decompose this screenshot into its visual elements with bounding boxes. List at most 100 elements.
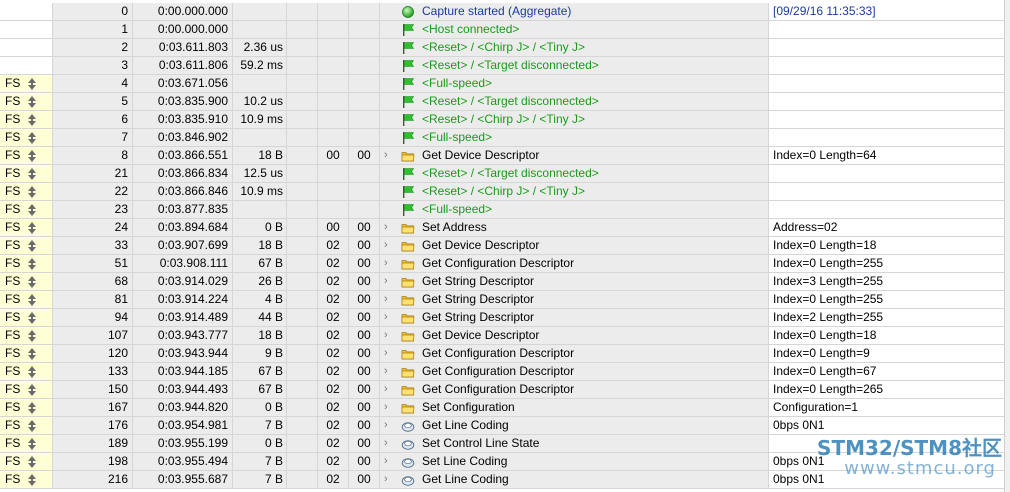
- table-row[interactable]: FS 22 0:03.866.846 10.9 ms <Reset> / <Chirp …: [0, 183, 1004, 201]
- class-request-icon: [401, 476, 415, 486]
- table-row[interactable]: FS 23 0:03.877.835 <Full-speed>: [0, 201, 1004, 219]
- vertical-scrollbar[interactable]: [1004, 0, 1010, 492]
- table-row[interactable]: FS 133 0:03.944.185 67 B 02 00 › Get Configurat…: [0, 363, 1004, 381]
- expand-chevron-icon[interactable]: ›: [384, 309, 388, 326]
- time-cell: 0:03.611.806: [132, 57, 232, 74]
- table-row[interactable]: FS 150 0:03.944.493 67 B 02 00 › Get Configurat…: [0, 381, 1004, 399]
- blank-cell: [286, 129, 317, 146]
- endpoint-cell: [348, 39, 379, 56]
- table-row[interactable]: FS 24 0:03.894.684 0 B 00 00 › Set Address Addre…: [0, 219, 1004, 237]
- expand-chevron-icon[interactable]: ›: [384, 219, 388, 236]
- blank-cell: [286, 237, 317, 254]
- endpoint-cell: 00: [348, 327, 379, 344]
- summary-cell: Index=0 Length=265: [768, 381, 1002, 398]
- speed-label: FS: [5, 310, 21, 324]
- table-row[interactable]: 0 0:00.000.000 Capture started (Aggregate)…: [0, 3, 1004, 21]
- table-row[interactable]: 3 0:03.611.806 59.2 ms <Reset> / <Target di…: [0, 57, 1004, 75]
- time-cell: 0:03.914.224: [132, 291, 232, 308]
- summary-cell: [768, 165, 1002, 182]
- time-cell: 0:03.907.699: [132, 237, 232, 254]
- speed-cell: FS: [0, 309, 52, 326]
- expand-chevron-icon[interactable]: ›: [384, 291, 388, 308]
- expand-chevron-icon[interactable]: ›: [384, 381, 388, 398]
- index-cell: 8: [52, 147, 132, 164]
- green-flag-icon: [403, 24, 415, 36]
- table-row[interactable]: FS 7 0:03.846.902 <Full-speed>: [0, 129, 1004, 147]
- folder-icon: [401, 278, 415, 288]
- device-cell: [317, 57, 348, 74]
- time-cell: 0:03.914.489: [132, 309, 232, 326]
- speed-arrows-icon: [28, 294, 36, 306]
- expand-chevron-icon[interactable]: ›: [384, 453, 388, 470]
- speed-arrows-icon: [28, 438, 36, 450]
- speed-cell: [0, 21, 52, 38]
- table-row[interactable]: FS 33 0:03.907.699 18 B 02 00 › Get Device Desc…: [0, 237, 1004, 255]
- green-flag-icon: [403, 60, 415, 72]
- device-cell: [317, 165, 348, 182]
- endpoint-cell: [348, 129, 379, 146]
- blank-cell: [286, 363, 317, 380]
- record-label: <Full-speed>: [422, 76, 493, 90]
- record-label: Set Line Coding: [422, 454, 508, 468]
- duration-cell: 18 B: [232, 147, 286, 164]
- device-cell: 00: [317, 219, 348, 236]
- watermark: STM32/STM8社区 www.stmcu.org: [770, 430, 1004, 492]
- table-row[interactable]: FS 5 0:03.835.900 10.2 us <Reset> / <Target …: [0, 93, 1004, 111]
- blank-cell: [286, 273, 317, 290]
- blank-cell: [286, 57, 317, 74]
- record-cell: › Get String Descriptor: [379, 309, 768, 326]
- summary-cell: [09/29/16 11:35:33]: [768, 3, 1002, 20]
- blank-cell: [286, 3, 317, 20]
- table-row[interactable]: FS 167 0:03.944.820 0 B 02 00 › Set Configurati…: [0, 399, 1004, 417]
- expand-chevron-icon[interactable]: ›: [384, 327, 388, 344]
- speed-cell: [0, 57, 52, 74]
- table-row[interactable]: FS 6 0:03.835.910 10.9 ms <Reset> / <Chirp J…: [0, 111, 1004, 129]
- expand-chevron-icon[interactable]: ›: [384, 255, 388, 272]
- blank-cell: [286, 345, 317, 362]
- expand-chevron-icon[interactable]: ›: [384, 417, 388, 434]
- table-row[interactable]: FS 21 0:03.866.834 12.5 us <Reset> / <Target…: [0, 165, 1004, 183]
- endpoint-cell: [348, 165, 379, 182]
- table-row[interactable]: FS 81 0:03.914.224 4 B 02 00 › Get String Descr…: [0, 291, 1004, 309]
- table-row[interactable]: FS 120 0:03.943.944 9 B 02 00 › Get Configurati…: [0, 345, 1004, 363]
- blank-cell: [286, 219, 317, 236]
- table-row[interactable]: FS 94 0:03.914.489 44 B 02 00 › Get String Desc…: [0, 309, 1004, 327]
- endpoint-cell: 00: [348, 219, 379, 236]
- expand-chevron-icon[interactable]: ›: [384, 471, 388, 488]
- summary-cell: Index=0 Length=9: [768, 345, 1002, 362]
- summary-cell: [768, 111, 1002, 128]
- expand-chevron-icon[interactable]: ›: [384, 273, 388, 290]
- expand-chevron-icon[interactable]: ›: [384, 147, 388, 164]
- speed-cell: FS: [0, 219, 52, 236]
- green-flag-icon: [403, 96, 415, 108]
- blank-cell: [286, 39, 317, 56]
- endpoint-cell: 00: [348, 291, 379, 308]
- folder-icon: [401, 152, 415, 162]
- expand-chevron-icon[interactable]: ›: [384, 363, 388, 380]
- summary-cell: [768, 57, 1002, 74]
- expand-chevron-icon[interactable]: ›: [384, 399, 388, 416]
- table-row[interactable]: FS 107 0:03.943.777 18 B 02 00 › Get Device Des…: [0, 327, 1004, 345]
- table-row[interactable]: 1 0:00.000.000 <Host connected>: [0, 21, 1004, 39]
- device-cell: [317, 75, 348, 92]
- speed-cell: FS: [0, 147, 52, 164]
- index-cell: 24: [52, 219, 132, 236]
- device-cell: 02: [317, 327, 348, 344]
- duration-cell: 26 B: [232, 273, 286, 290]
- table-row[interactable]: 2 0:03.611.803 2.36 us <Reset> / <Chirp J> …: [0, 39, 1004, 57]
- duration-cell: 18 B: [232, 327, 286, 344]
- table-row[interactable]: FS 4 0:03.671.056 <Full-speed>: [0, 75, 1004, 93]
- summary-cell: [768, 129, 1002, 146]
- record-cell: <Reset> / <Target disconnected>: [379, 165, 768, 182]
- record-cell: › Get Line Coding: [379, 471, 768, 488]
- speed-label: FS: [5, 292, 21, 306]
- expand-chevron-icon[interactable]: ›: [384, 237, 388, 254]
- time-cell: 0:03.611.803: [132, 39, 232, 56]
- speed-label: FS: [5, 256, 21, 270]
- table-row[interactable]: FS 51 0:03.908.111 67 B 02 00 › Get Configurati…: [0, 255, 1004, 273]
- table-row[interactable]: FS 8 0:03.866.551 18 B 00 00 › Get Device Descr…: [0, 147, 1004, 165]
- table-row[interactable]: FS 68 0:03.914.029 26 B 02 00 › Get String Desc…: [0, 273, 1004, 291]
- expand-chevron-icon[interactable]: ›: [384, 345, 388, 362]
- expand-chevron-icon[interactable]: ›: [384, 435, 388, 452]
- folder-icon: [401, 332, 415, 342]
